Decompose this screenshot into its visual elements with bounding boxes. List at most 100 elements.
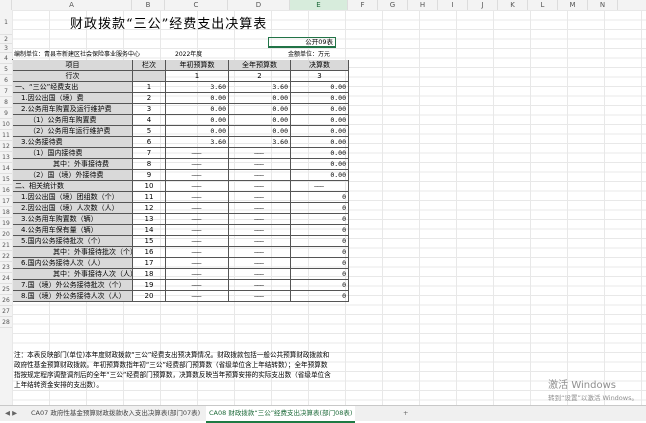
full-year-value[interactable]: 3.60: [229, 82, 291, 93]
budget-value[interactable]: ———: [166, 225, 229, 236]
full-year-value[interactable]: ———: [229, 192, 291, 203]
budget-value[interactable]: 0.00: [166, 115, 229, 126]
row-number[interactable]: 11: [133, 192, 166, 203]
row-label[interactable]: 1.因公出国（境）团组数（个）: [13, 192, 133, 203]
final-value[interactable]: 0.00: [291, 104, 349, 115]
row-label[interactable]: 其中：外事接待人次（人）: [13, 269, 133, 280]
budget-value[interactable]: ———: [166, 291, 229, 302]
row-header-27[interactable]: 27: [0, 306, 12, 317]
full-year-value[interactable]: 3.60: [229, 137, 291, 148]
final-value[interactable]: 0: [291, 280, 349, 291]
final-value[interactable]: 0.00: [291, 159, 349, 170]
budget-value[interactable]: ———: [166, 203, 229, 214]
row-label[interactable]: （2）公务用车运行维护费: [13, 126, 133, 137]
row-number[interactable]: 2: [133, 93, 166, 104]
column-header-k[interactable]: K: [498, 0, 528, 10]
full-year-value[interactable]: ———: [229, 269, 291, 280]
final-value[interactable]: 0: [291, 258, 349, 269]
full-year-value[interactable]: 0.00: [229, 93, 291, 104]
row-number[interactable]: 14: [133, 225, 166, 236]
row-header-19[interactable]: 19: [0, 218, 12, 229]
full-year-value[interactable]: ———: [229, 148, 291, 159]
row-header-1[interactable]: 1: [0, 10, 12, 35]
column-header-e[interactable]: E: [290, 0, 348, 10]
row-number[interactable]: 10: [133, 181, 166, 192]
final-value[interactable]: 0: [291, 203, 349, 214]
tab-nav-arrows[interactable]: ◀ ▶: [2, 406, 20, 421]
row-header-20[interactable]: 20: [0, 229, 12, 240]
row-label[interactable]: 3.公务接待费: [13, 137, 133, 148]
budget-value[interactable]: ———: [166, 247, 229, 258]
budget-value[interactable]: ———: [166, 269, 229, 280]
row-header-17[interactable]: 17: [0, 196, 12, 207]
row-header-22[interactable]: 22: [0, 251, 12, 262]
select-all-corner[interactable]: [0, 0, 12, 10]
full-year-value[interactable]: ———: [229, 258, 291, 269]
row-header-13[interactable]: 13: [0, 152, 12, 163]
full-year-value[interactable]: ———: [229, 225, 291, 236]
row-number[interactable]: 13: [133, 214, 166, 225]
full-year-value[interactable]: ———: [229, 170, 291, 181]
row-number[interactable]: 6: [133, 137, 166, 148]
row-header-11[interactable]: 11: [0, 130, 12, 141]
full-year-value[interactable]: ———: [229, 203, 291, 214]
final-value[interactable]: 0: [291, 291, 349, 302]
budget-value[interactable]: ———: [166, 192, 229, 203]
row-label[interactable]: 3.公务用车购置数（辆）: [13, 214, 133, 225]
row-number[interactable]: 19: [133, 280, 166, 291]
row-label[interactable]: （2）国（境）外接待费: [13, 170, 133, 181]
budget-value[interactable]: 0.00: [166, 104, 229, 115]
final-value[interactable]: 0: [291, 225, 349, 236]
column-header-h[interactable]: H: [408, 0, 438, 10]
row-label[interactable]: 8.国（境）外公务接待人次（人）: [13, 291, 133, 302]
full-year-value[interactable]: ———: [229, 247, 291, 258]
row-label[interactable]: 其中：外事接待费: [13, 159, 133, 170]
full-year-value[interactable]: ———: [229, 159, 291, 170]
budget-value[interactable]: ———: [166, 280, 229, 291]
add-sheet-button[interactable]: +: [400, 406, 411, 421]
budget-value[interactable]: 3.60: [166, 82, 229, 93]
row-number[interactable]: 16: [133, 247, 166, 258]
full-year-value[interactable]: ———: [229, 236, 291, 247]
final-value[interactable]: 0.00: [291, 170, 349, 181]
budget-value[interactable]: 0.00: [166, 93, 229, 104]
row-number[interactable]: 9: [133, 170, 166, 181]
column-header-b[interactable]: B: [132, 0, 165, 10]
row-header-12[interactable]: 12: [0, 141, 12, 152]
final-value[interactable]: 0: [291, 192, 349, 203]
final-value[interactable]: 0: [291, 214, 349, 225]
column-header-n[interactable]: N: [588, 0, 618, 10]
full-year-value[interactable]: ———: [229, 214, 291, 225]
column-header-l[interactable]: L: [528, 0, 558, 10]
row-header-7[interactable]: 7: [0, 86, 12, 97]
tab-ca07[interactable]: CA07 政府性基金预算财政拨款收入支出决算表(部门07表): [28, 406, 203, 421]
column-header-d[interactable]: D: [228, 0, 290, 10]
row-label[interactable]: 6.国内公务接待人次（人）: [13, 258, 133, 269]
budget-value[interactable]: ———: [166, 181, 229, 192]
full-year-value[interactable]: 0.00: [229, 115, 291, 126]
row-header-9[interactable]: 9: [0, 108, 12, 119]
budget-value[interactable]: ———: [166, 236, 229, 247]
row-label[interactable]: 二、相关统计数: [13, 181, 133, 192]
budget-value[interactable]: ———: [166, 148, 229, 159]
column-header-j[interactable]: J: [468, 0, 498, 10]
row-number[interactable]: 20: [133, 291, 166, 302]
final-value[interactable]: 0: [291, 269, 349, 280]
row-header-2[interactable]: 2: [0, 35, 12, 44]
row-header-6[interactable]: 6: [0, 75, 12, 86]
row-header-21[interactable]: 21: [0, 240, 12, 251]
full-year-value[interactable]: ———: [229, 291, 291, 302]
row-label[interactable]: 5.国内公务接待批次（个）: [13, 236, 133, 247]
row-label[interactable]: 2.公务用车购置及运行维护费: [13, 104, 133, 115]
final-value[interactable]: 0.00: [291, 148, 349, 159]
budget-value[interactable]: ———: [166, 258, 229, 269]
full-year-value[interactable]: ———: [229, 181, 291, 192]
final-value[interactable]: 0.00: [291, 137, 349, 148]
row-number[interactable]: 17: [133, 258, 166, 269]
row-label[interactable]: 2.因公出国（境）人次数（人）: [13, 203, 133, 214]
row-number[interactable]: 1: [133, 82, 166, 93]
row-number[interactable]: 18: [133, 269, 166, 280]
row-label[interactable]: （1）公务用车购置费: [13, 115, 133, 126]
tab-ca08[interactable]: CA08 财政拨款“三公”经费支出决算表(部门08表): [206, 406, 356, 423]
row-header-14[interactable]: 14: [0, 163, 12, 174]
